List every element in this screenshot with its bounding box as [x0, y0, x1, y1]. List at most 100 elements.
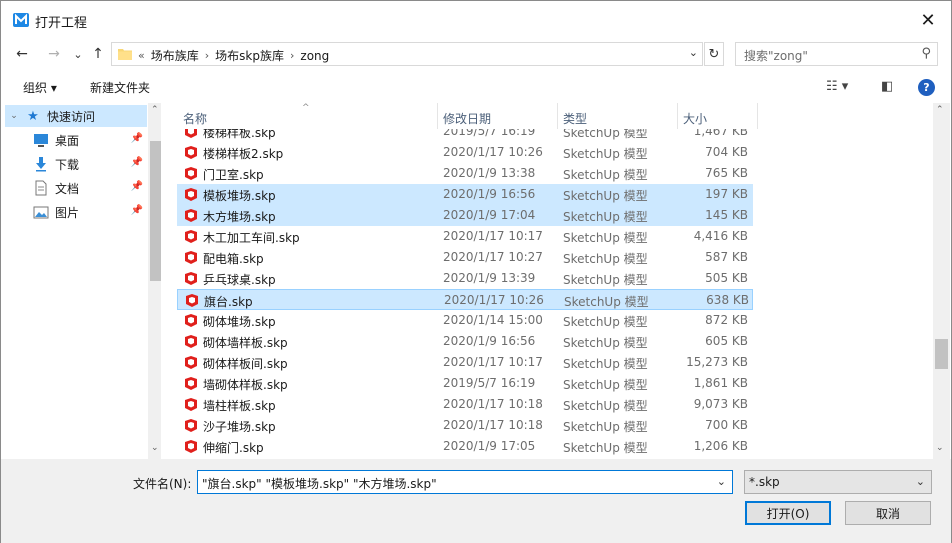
breadcrumb-item[interactable]: zong — [300, 49, 329, 63]
table-row[interactable]: 砌体堆场.skp 2020/1/14 15:00 SketchUp 模型 872 KB — [177, 310, 753, 331]
pin-icon[interactable]: 📌 — [131, 181, 143, 192]
table-row[interactable]: 旗台.skp 2020/1/17 10:26 SketchUp 模型 638 KB — [177, 289, 753, 310]
file-size: 145 KB — [705, 208, 748, 222]
new-folder-button[interactable]: 新建文件夹 — [90, 79, 150, 96]
table-row[interactable]: 木方堆场.skp 2020/1/9 17:04 SketchUp 模型 145 KB — [177, 205, 753, 226]
table-row[interactable]: 配电箱.skp 2020/1/17 10:27 SketchUp 模型 587 KB — [177, 247, 753, 268]
file-size: 765 KB — [705, 166, 748, 180]
up-button[interactable]: ↑ — [87, 43, 109, 65]
table-row[interactable]: 模板堆场.skp 2020/1/9 16:56 SketchUp 模型 197 KB — [177, 184, 753, 205]
sketchup-file-icon — [185, 377, 197, 390]
sidebar-item-label: 文档 — [55, 181, 80, 196]
pin-icon[interactable]: 📌 — [131, 157, 143, 168]
chevron-down-icon[interactable]: ⌄ — [717, 475, 726, 488]
breadcrumb-separator[interactable]: › — [205, 49, 209, 62]
file-date: 2020/1/17 10:18 — [443, 418, 543, 432]
organize-button[interactable]: 组织 ▾ — [23, 79, 57, 96]
file-date: 2020/1/9 17:04 — [443, 208, 536, 222]
pin-icon[interactable]: 📌 — [131, 205, 143, 216]
file-name: 旗台.skp — [204, 295, 253, 309]
column-type[interactable]: 类型 — [563, 110, 587, 127]
scroll-down-icon[interactable]: ⌄ — [151, 443, 159, 453]
scrollbar-thumb[interactable] — [935, 339, 948, 369]
recent-locations-button[interactable]: ⌄ — [67, 43, 89, 65]
refresh-button[interactable]: ↻ — [704, 42, 724, 66]
preview-pane-icon[interactable]: ◧ — [881, 79, 893, 94]
table-row[interactable]: 墙柱样板.skp 2020/1/17 10:18 SketchUp 模型 9,073 … — [177, 394, 753, 415]
table-row[interactable]: 楼梯样板2.skp 2020/1/17 10:26 SketchUp 模型 704 K… — [177, 142, 753, 163]
breadcrumb-item[interactable]: 场布skp族库 — [215, 47, 284, 64]
column-divider[interactable] — [557, 103, 558, 129]
file-name: 砌体墙样板.skp — [203, 336, 288, 350]
scroll-down-icon[interactable]: ⌄ — [936, 443, 944, 453]
sidebar-item-label: 桌面 — [55, 133, 80, 148]
file-name: 配电箱.skp — [203, 252, 264, 266]
file-date: 2020/1/9 13:38 — [443, 166, 536, 180]
table-row[interactable]: 砌体样板间.skp 2020/1/17 10:17 SketchUp 模型 15,27… — [177, 352, 753, 373]
file-size: 700 KB — [705, 418, 748, 432]
file-name: 模板堆场.skp — [203, 189, 276, 203]
close-button[interactable]: ✕ — [905, 1, 951, 39]
download-icon — [36, 157, 46, 172]
open-button[interactable]: 打开(O) — [745, 501, 831, 525]
sidebar-item-downloads[interactable]: 下载 📌 — [5, 153, 147, 175]
chevron-down-icon[interactable]: ⌄ — [9, 108, 19, 124]
sidebar-item-quick-access[interactable]: ⌄ ★ 快速访问 — [5, 105, 147, 127]
table-row[interactable]: 伸缩门.skp 2020/1/9 17:05 SketchUp 模型 1,206 KB — [177, 436, 753, 457]
filelist-scrollbar[interactable]: ⌃ ⌄ — [933, 103, 950, 459]
file-date: 2020/1/17 10:18 — [443, 397, 543, 411]
breadcrumb-overflow[interactable]: « — [138, 49, 145, 62]
column-header: ^ 名称 修改日期 类型 大小 — [161, 103, 933, 129]
scroll-up-icon[interactable]: ⌃ — [151, 105, 159, 115]
column-size[interactable]: 大小 — [683, 110, 707, 127]
chevron-down-icon[interactable]: ⌄ — [689, 46, 698, 59]
search-input[interactable]: 搜索"zong" ⚲ — [735, 42, 938, 66]
sketchup-file-icon — [185, 419, 197, 432]
file-size: 15,273 KB — [686, 355, 748, 369]
table-row[interactable]: 乒乓球桌.skp 2020/1/9 13:39 SketchUp 模型 505 KB — [177, 268, 753, 289]
sketchup-file-icon — [185, 146, 197, 159]
scroll-up-icon[interactable]: ⌃ — [936, 105, 944, 115]
table-row[interactable]: 沙子堆场.skp 2020/1/17 10:18 SketchUp 模型 700 KB — [177, 415, 753, 436]
navigation-pane: ⌄ ★ 快速访问 桌面 📌 下载 📌 文档 📌 图片 📌 ⌃ ⌄ — [5, 103, 165, 459]
forward-button[interactable]: → — [43, 43, 65, 65]
filetype-select[interactable]: *.skp ⌄ — [744, 470, 932, 494]
file-size: 638 KB — [706, 293, 749, 307]
pin-icon[interactable]: 📌 — [131, 133, 143, 144]
filename-field[interactable]: "旗台.skp" "模板堆场.skp" "木方堆场.skp" ⌄ — [197, 470, 733, 494]
file-type: SketchUp 模型 — [563, 147, 648, 161]
chevron-down-icon[interactable]: ⌄ — [916, 475, 925, 488]
sidebar-item-documents[interactable]: 文档 📌 — [5, 177, 147, 199]
column-name[interactable]: 名称 — [183, 110, 207, 127]
cancel-button[interactable]: 取消 — [845, 501, 931, 525]
column-divider[interactable] — [757, 103, 758, 129]
column-divider[interactable] — [677, 103, 678, 129]
sketchup-file-icon — [185, 251, 197, 264]
table-row[interactable]: 门卫室.skp 2020/1/9 13:38 SketchUp 模型 765 KB — [177, 163, 753, 184]
column-divider[interactable] — [437, 103, 438, 129]
sketchup-file-icon — [185, 314, 197, 327]
file-type: SketchUp 模型 — [563, 189, 648, 203]
file-name: 木工加工车间.skp — [203, 231, 300, 245]
filetype-value: *.skp — [749, 475, 780, 489]
desktop-icon — [34, 134, 48, 147]
file-size: 704 KB — [705, 145, 748, 159]
column-date[interactable]: 修改日期 — [443, 110, 491, 127]
pictures-icon — [33, 206, 49, 219]
back-button[interactable]: ← — [11, 43, 33, 65]
back-arrow-icon: ← — [16, 46, 28, 62]
breadcrumb-item[interactable]: 场布族库 — [151, 47, 199, 64]
sidebar-item-desktop[interactable]: 桌面 📌 — [5, 129, 147, 151]
file-type: SketchUp 模型 — [563, 399, 648, 413]
breadcrumb-separator[interactable]: › — [290, 49, 294, 62]
table-row[interactable]: 木工加工车间.skp 2020/1/17 10:17 SketchUp 模型 4,41… — [177, 226, 753, 247]
sidebar-item-pictures[interactable]: 图片 📌 — [5, 201, 147, 223]
table-row[interactable]: 墙砌体样板.skp 2019/5/7 16:19 SketchUp 模型 1,861 … — [177, 373, 753, 394]
file-size: 505 KB — [705, 271, 748, 285]
address-bar[interactable]: « 场布族库 › 场布skp族库 › zong ⌄ — [111, 42, 703, 66]
filename-value[interactable]: "旗台.skp" "模板堆场.skp" "木方堆场.skp" — [202, 475, 437, 492]
view-options-icon[interactable]: ☷ ▾ — [826, 79, 848, 94]
search-placeholder: 搜索"zong" — [744, 49, 808, 63]
table-row[interactable]: 砌体墙样板.skp 2020/1/9 16:56 SketchUp 模型 605 KB — [177, 331, 753, 352]
help-icon[interactable]: ? — [918, 79, 935, 96]
